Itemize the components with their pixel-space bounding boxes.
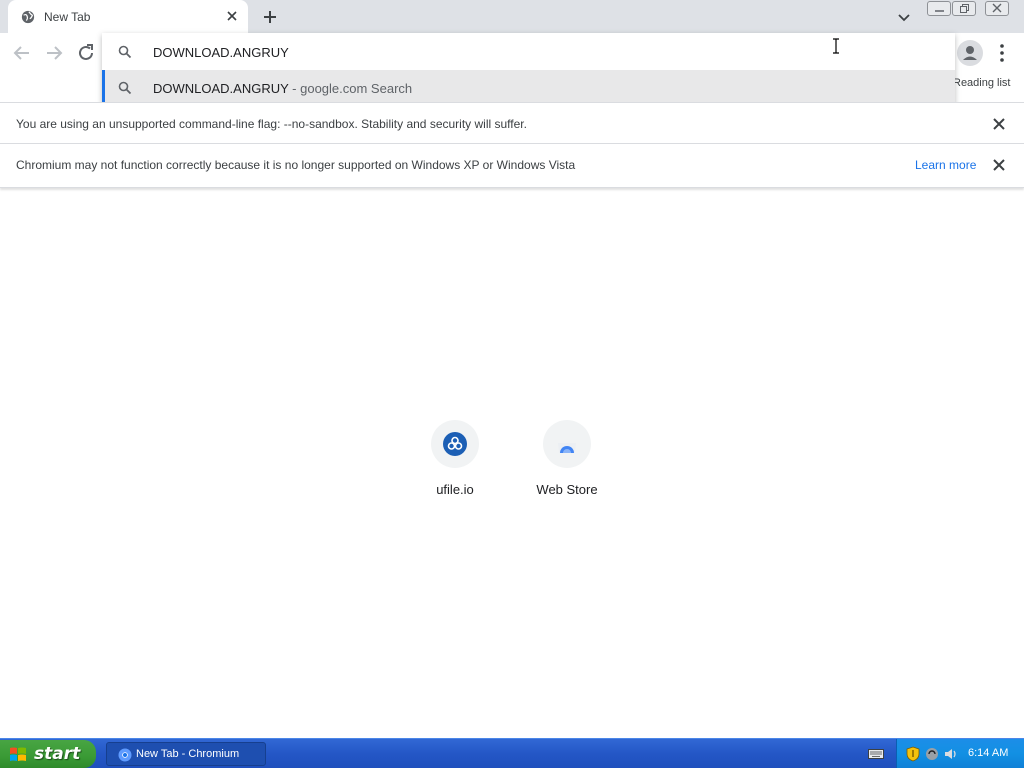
suggestion-text: DOWNLOAD.ANGRUY - google.com Search: [153, 81, 412, 96]
start-label: start: [34, 744, 81, 764]
infobar-unsupported-os: Chromium may not function correctly beca…: [0, 144, 1024, 188]
globe-icon: [21, 10, 35, 24]
restore-button[interactable]: [952, 1, 976, 16]
reload-button[interactable]: [74, 41, 98, 65]
omnibox-suggestion[interactable]: DOWNLOAD.ANGRUY - google.com Search: [102, 70, 955, 106]
suggestion-description: - google.com Search: [288, 81, 413, 96]
search-icon: [118, 45, 132, 59]
clock: 6:14 AM: [968, 747, 1009, 759]
close-icon: [992, 3, 1002, 13]
start-button[interactable]: start: [0, 740, 96, 768]
search-icon: [118, 81, 132, 95]
chromium-icon: [118, 748, 132, 762]
security-shield-icon[interactable]: [905, 746, 921, 762]
taskbar-item-label: New Tab - Chromium: [136, 748, 240, 760]
new-tab-button[interactable]: [260, 7, 280, 27]
omnibox-value: DOWNLOAD.ANGRUY: [153, 45, 289, 60]
tab-title: New Tab: [44, 10, 91, 24]
minimize-button[interactable]: [927, 1, 951, 16]
close-window-button[interactable]: [985, 1, 1009, 16]
shortcut-icon-bg: [431, 420, 479, 468]
system-tray: 6:14 AM: [896, 739, 1024, 768]
shortcut-web-store[interactable]: Web Store: [511, 418, 623, 508]
tab-strip: New Tab: [0, 0, 1024, 33]
shortcut-ufile[interactable]: ufile.io: [399, 418, 511, 508]
ufile-icon: [443, 432, 467, 456]
network-icon[interactable]: [924, 746, 940, 762]
web-store-icon: [558, 443, 576, 453]
menu-button[interactable]: [994, 42, 1010, 64]
restore-icon: [960, 4, 969, 13]
infobar-message: Chromium may not function correctly beca…: [16, 158, 576, 172]
close-tab-icon[interactable]: [224, 8, 240, 24]
close-icon[interactable]: [993, 118, 1005, 130]
profile-button[interactable]: [957, 40, 983, 66]
learn-more-link[interactable]: Learn more: [915, 158, 976, 172]
suggestion-query: DOWNLOAD.ANGRUY: [153, 81, 289, 96]
screen: New Tab Reading list DOWNLOAD.ANGRUY DOW…: [0, 0, 1024, 768]
tab-new-tab[interactable]: New Tab: [8, 0, 248, 33]
minimize-icon: [935, 10, 944, 12]
keyboard-icon[interactable]: [868, 748, 884, 760]
back-button[interactable]: [10, 41, 34, 65]
taskbar: start New Tab - Chromium 6:14 AM: [0, 738, 1024, 768]
shortcut-icon-bg: [543, 420, 591, 468]
person-icon: [963, 46, 977, 60]
infobar-message: You are using an unsupported command-lin…: [16, 117, 527, 131]
infobar-sandbox-warning: You are using an unsupported command-lin…: [0, 102, 1024, 144]
forward-button[interactable]: [42, 41, 66, 65]
shortcut-label: ufile.io: [436, 482, 474, 497]
text-cursor-icon: [833, 38, 839, 54]
close-icon[interactable]: [993, 159, 1005, 171]
chevron-down-icon[interactable]: [895, 8, 913, 26]
volume-icon[interactable]: [943, 746, 959, 762]
taskbar-item-chromium[interactable]: New Tab - Chromium: [106, 742, 266, 766]
reading-list-button[interactable]: Reading list: [953, 77, 1010, 89]
omnibox-input[interactable]: DOWNLOAD.ANGRUY: [102, 34, 955, 70]
windows-logo-icon: [10, 747, 26, 761]
shortcut-label: Web Store: [536, 482, 598, 497]
